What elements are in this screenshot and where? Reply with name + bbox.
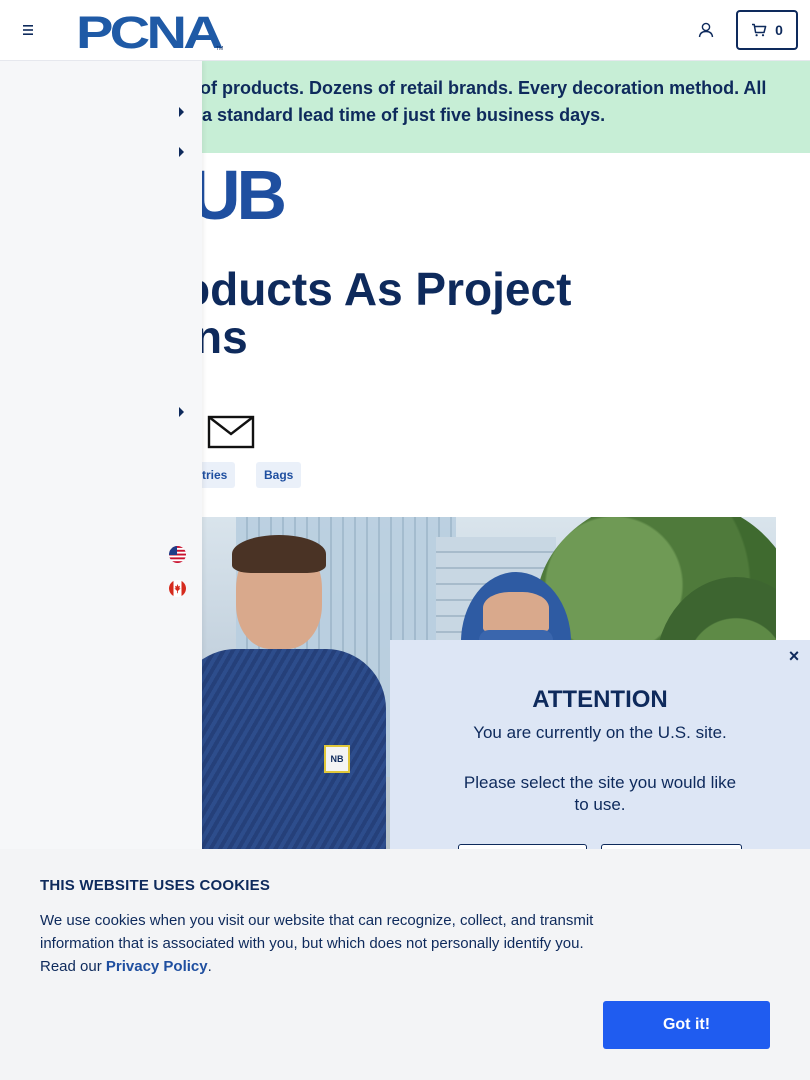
cookie-banner-period: . <box>207 958 212 975</box>
accept-cookies-button[interactable]: Got it! <box>603 1001 770 1049</box>
cart-icon <box>752 23 767 37</box>
hero-model-left <box>176 535 386 853</box>
cookie-consent-banner: THIS WEBSITE USES COOKIES We use cookies… <box>0 849 810 1080</box>
modal-prompt-text: Please select the site you would like to… <box>463 773 737 814</box>
hub-logo-text: UB <box>190 157 285 221</box>
modal-title: ATTENTION <box>532 686 668 713</box>
promo-banner-line-2: th a standard lead time of just five bus… <box>180 105 606 125</box>
modal-close-icon[interactable]: × <box>786 647 802 665</box>
hamburger-menu-icon[interactable] <box>20 22 36 38</box>
headline-line-1: oducts As Project <box>182 263 572 315</box>
cart-count: 0 <box>775 22 783 38</box>
cart-button[interactable]: 0 <box>736 10 798 50</box>
us-flag-icon[interactable] <box>169 546 186 563</box>
logo-trademark: TM <box>216 46 223 52</box>
cookie-banner-title: THIS WEBSITE USES COOKIES <box>40 877 271 894</box>
hero-model-hoodie <box>176 649 386 853</box>
caret-right-icon[interactable] <box>178 147 186 157</box>
logo-text: PCNA <box>76 10 223 52</box>
caret-right-icon[interactable] <box>178 107 186 117</box>
canada-flag-icon[interactable] <box>169 580 186 597</box>
site-header: PCNA TM 0 <box>0 0 810 61</box>
caret-right-icon[interactable] <box>178 407 186 417</box>
tag-bags[interactable]: Bags <box>256 462 302 488</box>
hero-chest-logo: NB <box>324 745 350 773</box>
cookie-banner-text: We use cookies when you visit our websit… <box>40 909 610 978</box>
hero-model-hair <box>232 535 326 573</box>
hero-model-face <box>483 592 549 632</box>
page: PCNA TM 0 ls of products. Dozens of reta… <box>0 0 810 1080</box>
side-navigation-drawer <box>0 61 202 881</box>
account-icon[interactable] <box>696 20 716 40</box>
headline-line-2: ns <box>194 311 248 363</box>
pcna-logo[interactable]: PCNA TM <box>76 10 224 52</box>
promo-banner-text: ls of products. Dozens of retail brands.… <box>180 75 796 129</box>
email-share-icon[interactable] <box>206 415 256 449</box>
modal-current-site-text: You are currently on the U.S. site. <box>473 723 727 742</box>
promo-banner-line-1: ls of products. Dozens of retail brands.… <box>180 78 767 98</box>
privacy-policy-link[interactable]: Privacy Policy <box>106 958 208 975</box>
